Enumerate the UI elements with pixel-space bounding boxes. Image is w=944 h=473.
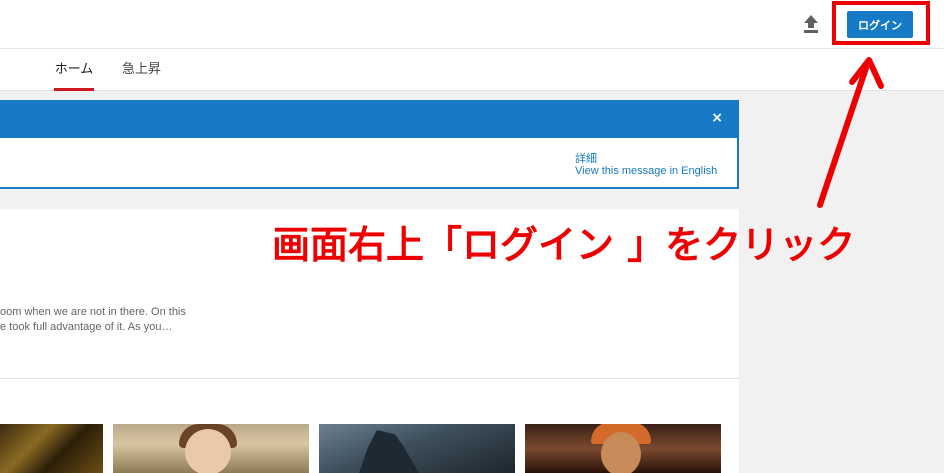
tab-home-label: ホーム: [54, 62, 94, 77]
upload-icon[interactable]: [802, 14, 820, 34]
video-description: oom when we are not in there. On this e …: [0, 305, 186, 335]
tab-trending-label: 急上昇: [122, 62, 162, 77]
notice-header: ×: [0, 102, 737, 138]
video-thumbnail-3[interactable]: [319, 424, 515, 473]
masthead: ログイン: [0, 0, 944, 49]
tab-home[interactable]: ホーム: [54, 49, 94, 91]
thumbnail-figure: [359, 430, 419, 473]
language-notice: × 詳細 View this message in English: [0, 100, 739, 189]
close-icon[interactable]: ×: [711, 110, 723, 126]
feed-tabs: ホーム 急上昇: [0, 49, 944, 91]
tab-trending[interactable]: 急上昇: [122, 49, 161, 91]
thumbnail-face: [601, 432, 641, 473]
video-thumbnail-4[interactable]: [525, 424, 721, 473]
feed-divider: [0, 378, 739, 379]
details-link[interactable]: 詳細: [575, 150, 597, 166]
thumbnail-face: [185, 429, 231, 473]
annotation-highlight-box: [832, 1, 930, 45]
video-thumbnail-1[interactable]: [0, 424, 103, 473]
active-tab-indicator: [54, 88, 94, 91]
video-thumbnail-2[interactable]: [113, 424, 309, 473]
description-line-2: e took full advantage of it. As you…: [0, 321, 173, 333]
annotation-instruction: 画面右上「ログイン 」をクリック: [272, 223, 856, 267]
description-line-1: oom when we are not in there. On this: [0, 306, 186, 318]
view-in-english-link[interactable]: View this message in English: [575, 165, 717, 177]
